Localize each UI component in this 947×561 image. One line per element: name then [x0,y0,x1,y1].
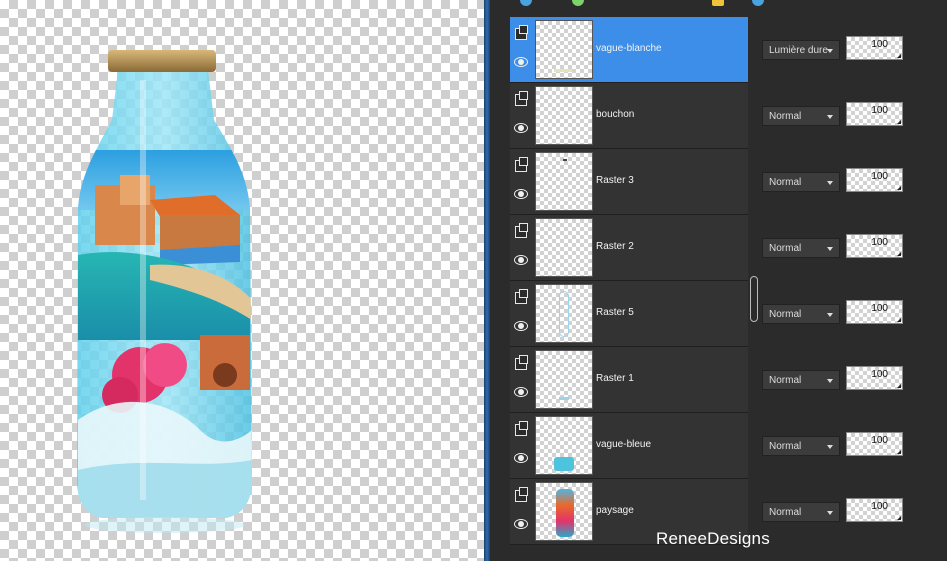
eye-icon[interactable] [514,57,528,67]
layer-icon[interactable] [515,355,528,370]
opacity-value: 100 [871,501,888,512]
layer-name[interactable]: Raster 1 [596,373,634,384]
lock-icon[interactable] [712,0,724,6]
layer-thumbnail[interactable] [535,284,593,343]
layer-name[interactable]: Raster 5 [596,307,634,318]
layer-thumbnail[interactable] [535,20,593,79]
blend-mode-dropdown[interactable]: Normal [762,172,840,192]
layer-row[interactable]: Raster 1 Normal 100 [510,347,947,413]
dropdown-arrow-icon [827,181,833,185]
opacity-value: 100 [871,105,888,116]
eye-icon[interactable] [514,321,528,331]
bottle-artwork [77,50,252,533]
opacity-field[interactable]: 100 [846,300,903,324]
resize-corner-icon [897,384,901,388]
opacity-value: 100 [871,435,888,446]
blend-mode-dropdown[interactable]: Normal [762,370,840,390]
layer-name[interactable]: Raster 2 [596,241,634,252]
eye-icon[interactable] [514,255,528,265]
eye-icon[interactable] [514,123,528,133]
layer-thumbnail[interactable] [535,482,593,541]
layer-icon[interactable] [515,289,528,304]
resize-corner-icon [897,318,901,322]
dropdown-arrow-icon [827,49,833,53]
opacity-field[interactable]: 100 [846,498,903,522]
opacity-field[interactable]: 100 [846,36,903,60]
layer-name[interactable]: bouchon [596,109,634,120]
blend-mode-value: Lumière dure [769,45,828,56]
layer-name[interactable]: paysage [596,505,634,516]
blend-mode-dropdown[interactable]: Lumière dure [762,40,840,60]
mask-icon[interactable] [572,0,584,6]
dropdown-arrow-icon [827,313,833,317]
eye-icon[interactable] [514,387,528,397]
blend-mode-dropdown[interactable]: Normal [762,502,840,522]
layer-row[interactable]: Raster 2 Normal 100 [510,215,947,281]
opacity-field[interactable]: 100 [846,366,903,390]
eye-icon[interactable] [514,453,528,463]
layers-panel: vague-blanche Lumière dure 100 bouchon Norma… [490,0,947,561]
resize-corner-icon [897,54,901,58]
layer-icon[interactable] [515,223,528,238]
resize-corner-icon [897,120,901,124]
dropdown-arrow-icon [827,247,833,251]
opacity-value: 100 [871,303,888,314]
layer-name[interactable]: vague-blanche [596,43,662,54]
layer-icon[interactable] [515,25,528,40]
opacity-field[interactable]: 100 [846,102,903,126]
opacity-field[interactable]: 100 [846,432,903,456]
opacity-value: 100 [871,39,888,50]
blend-mode-value: Normal [769,177,802,188]
opacity-value: 100 [871,171,888,182]
eye-icon[interactable] [514,519,528,529]
blend-mode-dropdown[interactable]: Normal [762,436,840,456]
layer-icon[interactable] [515,421,528,436]
opacity-field[interactable]: 100 [846,168,903,192]
layer-row[interactable]: bouchon Normal 100 [510,83,947,149]
image-canvas[interactable] [0,0,484,561]
blend-mode-value: Normal [769,111,802,122]
dropdown-arrow-icon [827,445,833,449]
layer-icon[interactable] [515,157,528,172]
blend-mode-value: Normal [769,309,802,320]
opacity-field[interactable]: 100 [846,234,903,258]
layer-icon[interactable] [515,487,528,502]
eye-icon[interactable] [514,189,528,199]
resize-corner-icon [897,186,901,190]
resize-corner-icon [897,516,901,520]
layer-row[interactable]: vague-bleue Normal 100 [510,413,947,479]
new-layer-icon[interactable] [520,0,532,6]
blend-mode-dropdown[interactable]: Normal [762,304,840,324]
blend-mode-value: Normal [769,507,802,518]
panel-resize-handle[interactable] [750,276,758,322]
layer-thumbnail[interactable] [535,416,593,475]
layer-thumbnail[interactable] [535,152,593,211]
layer-name[interactable]: vague-bleue [596,439,651,450]
layer-thumbnail[interactable] [535,86,593,145]
blend-mode-dropdown[interactable]: Normal [762,238,840,258]
layer-thumbnail[interactable] [535,218,593,277]
opacity-value: 100 [871,237,888,248]
resize-corner-icon [897,450,901,454]
info-icon[interactable] [752,0,764,6]
layer-thumbnail[interactable] [535,350,593,409]
resize-corner-icon [897,252,901,256]
dropdown-arrow-icon [827,511,833,515]
layer-row[interactable]: vague-blanche Lumière dure 100 [510,17,947,83]
layer-row[interactable]: Raster 3 Normal 100 [510,149,947,215]
layer-row[interactable]: Raster 5 Normal 100 [510,281,947,347]
blend-mode-dropdown[interactable]: Normal [762,106,840,126]
layer-icon[interactable] [515,91,528,106]
dropdown-arrow-icon [827,379,833,383]
blend-mode-value: Normal [769,441,802,452]
watermark-text: ReneeDesigns [656,529,770,548]
dropdown-arrow-icon [827,115,833,119]
layers-toolbar [490,0,947,16]
opacity-value: 100 [871,369,888,380]
blend-mode-value: Normal [769,243,802,254]
layer-name[interactable]: Raster 3 [596,175,634,186]
blend-mode-value: Normal [769,375,802,386]
